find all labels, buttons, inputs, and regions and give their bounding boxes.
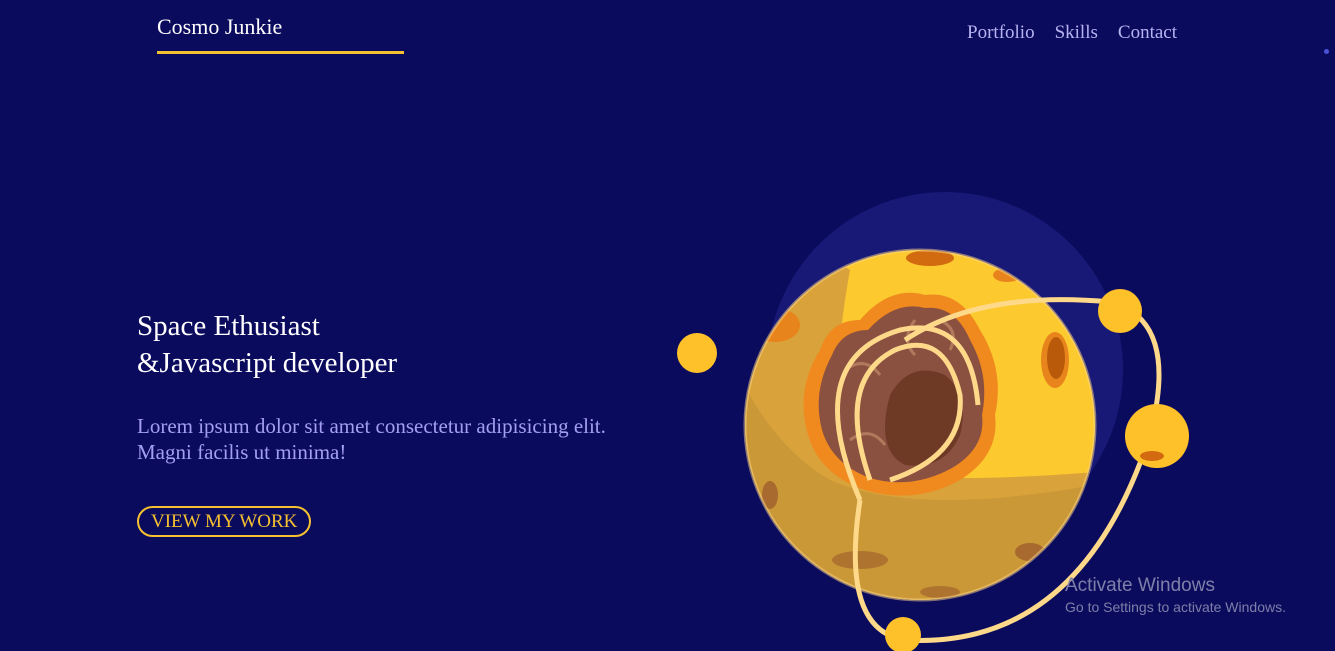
- headline-line-2: &Javascript developer: [137, 347, 398, 379]
- brand-logo[interactable]: Cosmo Junkie: [157, 12, 404, 54]
- windows-activation-watermark: Activate Windows Go to Settings to activ…: [1065, 574, 1286, 616]
- blurb-line-2: Magni facilis ut minima!: [137, 440, 347, 464]
- moon-icon: [677, 333, 717, 373]
- nav-contact-link[interactable]: Contact: [1118, 21, 1177, 45]
- headline-line-1: Space Ethusiast: [137, 310, 320, 342]
- main-nav: Portfolio Skills Contact: [967, 21, 1177, 45]
- hero-headline: Space Ethusiast &Javascript developer: [137, 308, 657, 382]
- watermark-subtitle: Go to Settings to activate Windows.: [1065, 599, 1286, 615]
- hero-blurb: Lorem ipsum dolor sit amet consectetur a…: [137, 413, 657, 465]
- hero-section: Space Ethusiast &Javascript developer Lo…: [137, 308, 657, 537]
- blurb-line-1: Lorem ipsum dolor sit amet consectetur a…: [137, 414, 606, 438]
- nav-portfolio-link[interactable]: Portfolio: [967, 21, 1035, 45]
- watermark-title: Activate Windows: [1065, 575, 1215, 596]
- nav-skills-link[interactable]: Skills: [1055, 21, 1098, 45]
- view-my-work-button[interactable]: VIEW MY WORK: [137, 506, 312, 537]
- decorative-dot: [1324, 49, 1329, 54]
